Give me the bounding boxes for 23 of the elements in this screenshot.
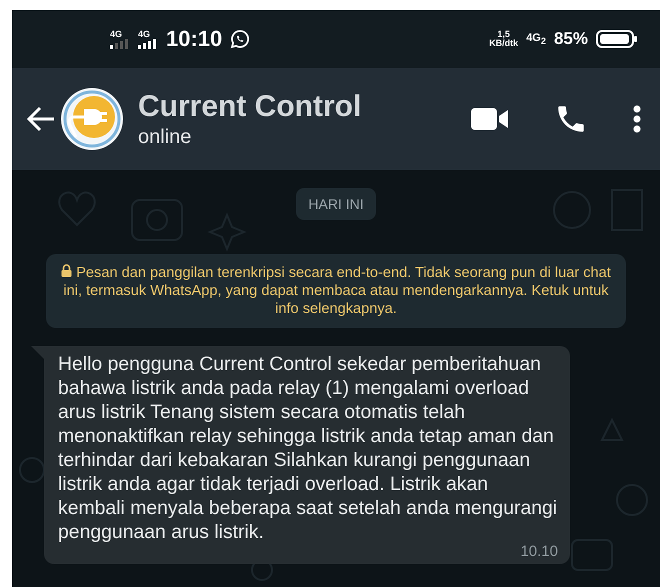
plug-avatar-icon[interactable]	[60, 87, 124, 151]
battery-icon	[596, 29, 638, 49]
signal-icon	[110, 38, 130, 48]
contact-name: Current Control	[138, 90, 362, 124]
chat-bubble-icon	[230, 29, 250, 49]
lock-icon	[61, 264, 72, 277]
network-label: 4G$_{2}$	[526, 32, 546, 46]
encryption-notice-text: Pesan dan panggilan terenkripsi secara end-to-end. Tidak seorang pun di luar chat ini, termasuk WhatsApp, yang dapat membaca atau mendengarkannya. Ketuk untuk info selengkapnya.	[60, 264, 612, 318]
encryption-notice[interactable]: Pesan dan panggilan terenkripsi secara end-to-end. Tidak seorang pun di luar chat ini, termasuk WhatsApp, yang dapat membaca atau mendengarkannya. Ketuk untuk info selengkapnya.	[46, 254, 626, 328]
speed-unit: KB/dtk	[489, 39, 518, 48]
date-chip: HARI INI	[296, 188, 376, 220]
clock-time: 10:10	[166, 26, 222, 52]
message-text: Hello pengguna Current Control sekedar pemberitahuan bahawa listrik anda pada relay (1) mengalami overload arus listrik Tenang sistem secara otomatis telah menonaktifkan relay sehingga listrik anda tetap aman dan terhindar dari kebakaran Silahkan kurangi penggunaan listrik anda agar tidak terjadi overload. Listrik akan kembali menyala beberapa saat setelah anda mengurangi penggunaan arus listrik.	[58, 352, 558, 544]
signal-icon	[138, 38, 158, 48]
more-options-icon[interactable]	[632, 104, 642, 134]
back-arrow-icon[interactable]	[26, 106, 56, 132]
contact-status: online	[138, 126, 192, 148]
battery-percent: 85%	[554, 29, 588, 49]
network-label: 4G	[138, 30, 150, 38]
network-label: 4G	[110, 30, 122, 38]
speed-value: 1,5	[497, 30, 510, 39]
video-call-icon[interactable]	[470, 106, 510, 132]
message-time: 10.10	[520, 544, 558, 560]
